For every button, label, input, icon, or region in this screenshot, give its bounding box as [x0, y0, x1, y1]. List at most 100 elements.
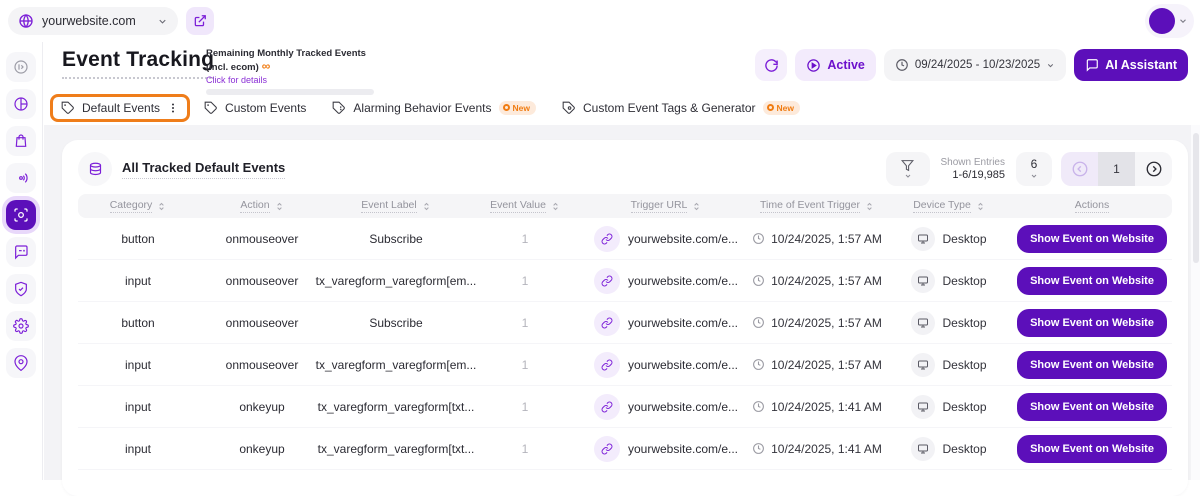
- cell-action: onmouseover: [198, 358, 326, 372]
- click-for-details-link[interactable]: Click for details: [206, 75, 384, 85]
- refresh-button[interactable]: [755, 49, 787, 81]
- column-header-time[interactable]: Time of Event Trigger: [748, 199, 886, 213]
- table-row: input onmouseover tx_varegform_varegform…: [78, 260, 1172, 302]
- pagination: 1: [1061, 152, 1172, 186]
- cell-trigger-url[interactable]: yourwebsite.com/e...: [584, 436, 748, 462]
- cell-category: button: [78, 316, 198, 330]
- link-icon: [594, 226, 620, 252]
- sort-icon: [422, 202, 431, 211]
- column-header-trigger-url[interactable]: Trigger URL: [584, 199, 748, 213]
- cell-time: 10/24/2025, 1:41 AM: [748, 442, 886, 456]
- user-avatar: [1149, 8, 1175, 34]
- link-icon: [594, 268, 620, 294]
- table-row: input onmouseover tx_varegform_varegform…: [78, 344, 1172, 386]
- cell-category: input: [78, 358, 198, 372]
- recordings-radar-icon[interactable]: [6, 163, 36, 193]
- date-range-picker[interactable]: 09/24/2025 - 10/23/2025: [884, 49, 1066, 81]
- cell-trigger-url[interactable]: yourwebsite.com/e...: [584, 310, 748, 336]
- next-page-button[interactable]: [1135, 152, 1172, 186]
- tab-default-events[interactable]: Default Events: [50, 94, 190, 122]
- cell-trigger-url[interactable]: yourwebsite.com/e...: [584, 226, 748, 252]
- card-tools: Shown Entries 1-6/19,985 6: [886, 152, 1172, 186]
- current-page: 1: [1098, 152, 1135, 186]
- event-tabs: Default Events Custom Events Alarming Be…: [44, 90, 1200, 125]
- column-header-event-value[interactable]: Event Value: [466, 199, 584, 213]
- cell-actions: Show Event on Website: [1012, 309, 1172, 337]
- tab-alarming-behavior-events[interactable]: Alarming Behavior Events New: [320, 94, 548, 122]
- previous-page-button[interactable]: [1061, 152, 1098, 186]
- ecommerce-bag-icon[interactable]: [6, 126, 36, 156]
- event-tracking-target-icon[interactable]: [6, 200, 36, 230]
- location-pin-icon[interactable]: [6, 348, 36, 378]
- page-size-select[interactable]: 6: [1016, 152, 1052, 186]
- dashboard-pie-icon[interactable]: [6, 89, 36, 119]
- remaining-events-label: Remaining Monthly Tracked Events (incl. …: [206, 48, 384, 74]
- cell-action: onmouseover: [198, 316, 326, 330]
- show-event-button[interactable]: Show Event on Website: [1017, 309, 1167, 337]
- cell-event-value: 1: [466, 442, 584, 456]
- desktop-icon: [911, 395, 935, 419]
- table-row: button onmouseover Subscribe 1 yourwebsi…: [78, 218, 1172, 260]
- arrow-right-circle-icon: [1145, 160, 1163, 178]
- refresh-icon: [764, 58, 779, 73]
- cell-trigger-url[interactable]: yourwebsite.com/e...: [584, 394, 748, 420]
- kebab-menu-icon[interactable]: [167, 102, 179, 114]
- link-icon: [594, 310, 620, 336]
- ai-assistant-button[interactable]: AI Assistant: [1074, 49, 1188, 81]
- cell-event-value: 1: [466, 274, 584, 288]
- table-body: button onmouseover Subscribe 1 yourwebsi…: [78, 218, 1172, 470]
- badge-dot-icon: [503, 104, 510, 111]
- sidebar-collapse-icon[interactable]: [6, 52, 36, 82]
- page-size-value: 6: [1031, 158, 1038, 170]
- privacy-shield-icon[interactable]: [6, 274, 36, 304]
- cell-trigger-url[interactable]: yourwebsite.com/e...: [584, 352, 748, 378]
- website-selector[interactable]: yourwebsite.com: [8, 7, 178, 35]
- show-event-button[interactable]: Show Event on Website: [1017, 435, 1167, 463]
- clock-icon: [752, 400, 765, 413]
- cell-actions: Show Event on Website: [1012, 435, 1172, 463]
- sort-icon: [865, 202, 874, 211]
- column-header-device-type[interactable]: Device Type: [886, 199, 1012, 213]
- database-icon: [78, 152, 112, 186]
- tag-icon: [61, 101, 75, 115]
- feedback-chat-icon[interactable]: [6, 237, 36, 267]
- remaining-events-progressbar: [206, 89, 374, 95]
- desktop-icon: [911, 311, 935, 335]
- tracking-status-label: Active: [827, 58, 865, 72]
- show-event-button[interactable]: Show Event on Website: [1017, 351, 1167, 379]
- card-title: All Tracked Default Events: [122, 160, 285, 179]
- settings-gear-icon[interactable]: [6, 311, 36, 341]
- tab-label: Default Events: [82, 101, 160, 115]
- cell-trigger-url[interactable]: yourwebsite.com/e...: [584, 268, 748, 294]
- cell-actions: Show Event on Website: [1012, 225, 1172, 253]
- tracking-status-button[interactable]: Active: [795, 49, 876, 81]
- clock-icon: [752, 232, 765, 245]
- account-menu[interactable]: [1145, 4, 1194, 38]
- play-circle-icon: [806, 58, 821, 73]
- page-header: Event Tracking Remaining Monthly Tracked…: [44, 42, 1200, 90]
- cell-category: button: [78, 232, 198, 246]
- show-event-button[interactable]: Show Event on Website: [1017, 225, 1167, 253]
- column-header-category[interactable]: Category: [78, 199, 198, 213]
- sort-icon: [976, 202, 985, 211]
- scrollbar-thumb[interactable]: [1193, 133, 1199, 263]
- column-header-action[interactable]: Action: [198, 199, 326, 213]
- open-website-button[interactable]: [186, 7, 214, 35]
- column-header-event-label[interactable]: Event Label: [326, 199, 466, 213]
- alarm-tag-icon: [332, 101, 346, 115]
- cell-event-label: Subscribe: [326, 232, 466, 246]
- show-event-button[interactable]: Show Event on Website: [1017, 267, 1167, 295]
- tab-custom-event-tags-generator[interactable]: Custom Event Tags & Generator New: [550, 94, 812, 122]
- tab-custom-events[interactable]: Custom Events: [192, 94, 318, 122]
- cell-category: input: [78, 442, 198, 456]
- remaining-events-widget: Remaining Monthly Tracked Events (incl. …: [206, 48, 384, 95]
- shown-entries-value: 1-6/19,985: [941, 169, 1005, 181]
- filter-button[interactable]: [886, 152, 930, 186]
- desktop-icon: [911, 227, 935, 251]
- chevron-down-icon: [1030, 172, 1038, 180]
- show-event-button[interactable]: Show Event on Website: [1017, 393, 1167, 421]
- cell-category: input: [78, 400, 198, 414]
- cell-event-value: 1: [466, 232, 584, 246]
- desktop-icon: [911, 269, 935, 293]
- cell-event-label: tx_varegform_varegform[em...: [326, 274, 466, 288]
